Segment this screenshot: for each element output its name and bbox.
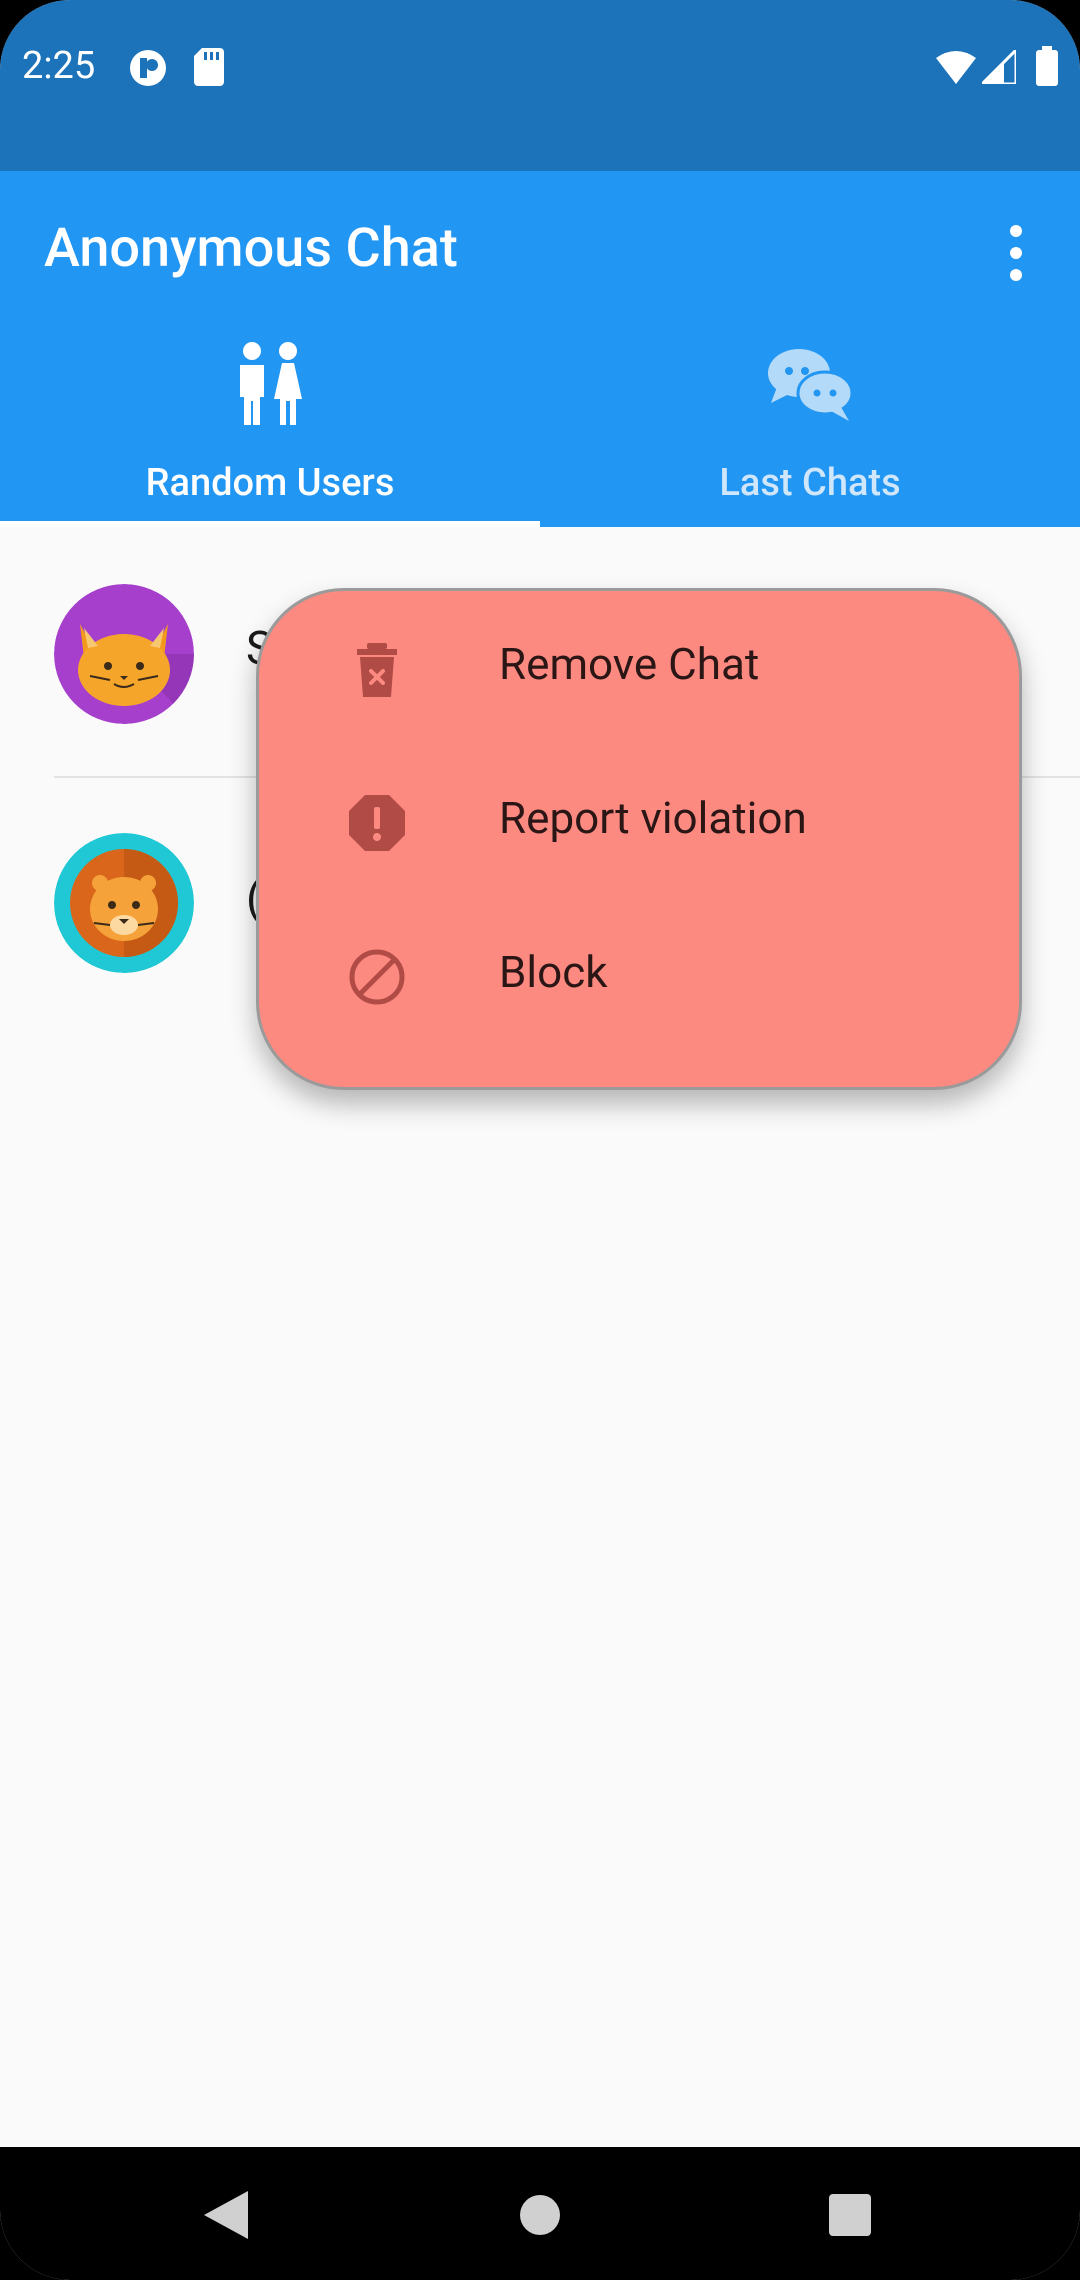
app-title: Anonymous Chat (44, 217, 458, 280)
menu-item-remove-chat[interactable]: Remove Chat (259, 592, 1019, 746)
report-icon (349, 795, 405, 851)
system-nav-bar (0, 2147, 1080, 2280)
tab-last-chats[interactable]: Last Chats (540, 333, 1080, 523)
app-notification-icon (130, 50, 166, 86)
cat-avatar-icon (54, 584, 194, 724)
tab-random-users[interactable]: Random Users (0, 333, 540, 523)
battery-icon (1036, 46, 1058, 86)
menu-item-block[interactable]: Block (259, 900, 1019, 1054)
phone-screen: 2:25 Anonymous Chat Random Users Last Ch… (0, 0, 1080, 2280)
people-icon (240, 342, 302, 425)
sd-card-icon (194, 48, 224, 86)
tab-label: Random Users (145, 461, 395, 505)
back-icon[interactable] (204, 2191, 248, 2239)
chat-bubbles-icon (768, 349, 853, 421)
app-bar: Anonymous Chat Random Users Last Chats (0, 171, 1080, 527)
wifi-icon (936, 51, 976, 84)
context-menu: Remove Chat Report violation Block (256, 588, 1022, 1090)
tab-label: Last Chats (719, 461, 901, 505)
status-time: 2:25 (22, 44, 96, 88)
delete-icon (357, 643, 397, 697)
menu-item-report-violation[interactable]: Report violation (259, 746, 1019, 900)
recents-icon[interactable] (829, 2194, 871, 2236)
menu-item-label: Report violation (499, 792, 807, 844)
block-icon (349, 949, 405, 1005)
home-icon[interactable] (520, 2195, 560, 2235)
lion-avatar-icon (54, 833, 194, 973)
menu-item-label: Remove Chat (499, 638, 760, 690)
more-vert-icon[interactable] (992, 223, 1040, 283)
signal-icon (982, 50, 1016, 84)
menu-item-label: Block (499, 946, 608, 998)
selected-tab-indicator (0, 521, 540, 527)
status-bar: 2:25 (0, 0, 1080, 171)
